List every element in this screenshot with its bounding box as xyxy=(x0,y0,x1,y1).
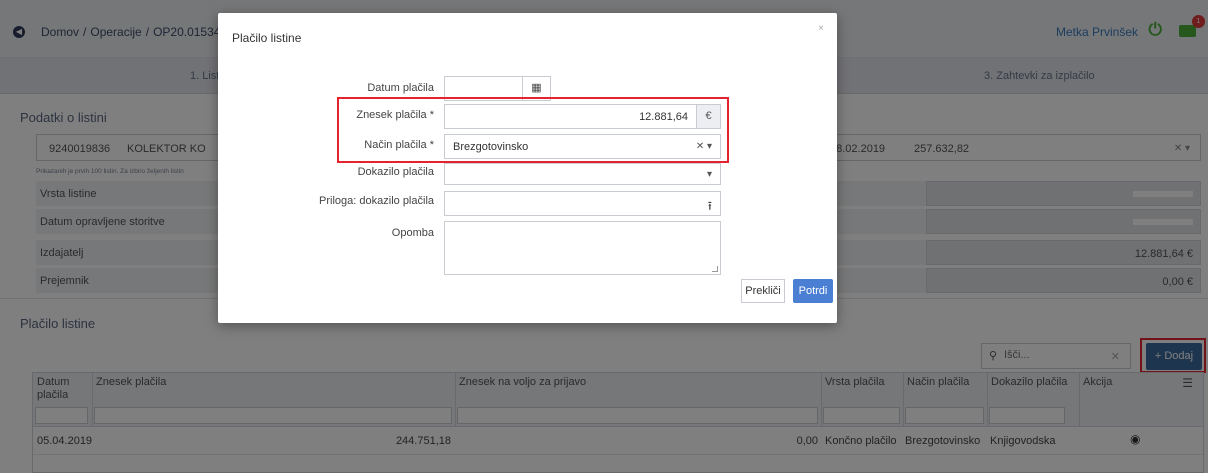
payment-proof-select[interactable]: ▾ xyxy=(444,163,721,185)
amount-method-highlight xyxy=(337,97,729,163)
attachment-input[interactable]: ⭱ xyxy=(444,191,721,216)
close-icon[interactable]: × xyxy=(818,23,824,34)
resize-grip-icon[interactable] xyxy=(712,266,718,272)
cancel-button[interactable]: Prekliči xyxy=(741,279,785,303)
upload-icon[interactable]: ⭱ xyxy=(708,197,712,218)
payment-modal: Plačilo listine × Datum plačila ▦ Znesek… xyxy=(218,13,837,323)
modal-title: Plačilo listine xyxy=(232,31,302,45)
label-attachment: Priloga: dokazilo plačila xyxy=(319,195,434,207)
chevron-down-icon: ▾ xyxy=(706,169,712,180)
label-payment-proof: Dokazilo plačila xyxy=(357,166,434,178)
label-note: Opomba xyxy=(391,227,434,239)
note-textarea[interactable] xyxy=(444,221,721,275)
label-payment-date: Datum plačila xyxy=(367,82,434,94)
confirm-button[interactable]: Potrdi xyxy=(793,279,833,303)
